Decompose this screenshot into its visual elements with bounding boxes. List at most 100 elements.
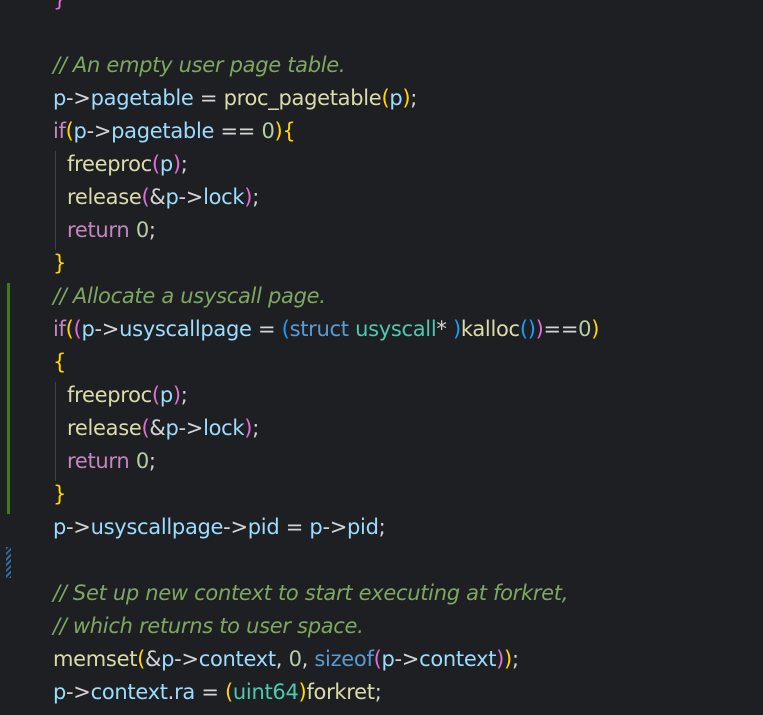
code-line[interactable]: return 0; xyxy=(53,445,156,478)
code-token: 0 xyxy=(261,119,275,143)
code-token: } xyxy=(53,482,67,506)
code-token: // Set up new context to start executing… xyxy=(53,581,569,605)
code-token: ) xyxy=(591,317,600,341)
code-line[interactable]: freeproc(p); xyxy=(53,379,188,412)
code-token: { xyxy=(53,350,67,374)
code-token: if xyxy=(53,119,66,143)
code-token: p xyxy=(161,647,175,671)
code-token: ; xyxy=(180,152,188,176)
code-line[interactable]: return 0; xyxy=(53,214,156,247)
code-token: ) xyxy=(504,647,512,671)
code-editor[interactable]: }// An empty user page table.p->pagetabl… xyxy=(0,0,763,715)
code-line[interactable]: // Allocate a usyscall page. xyxy=(53,280,326,313)
code-token: sizeof xyxy=(314,647,374,671)
code-token: 0 xyxy=(135,449,149,473)
code-token: p xyxy=(73,119,87,143)
code-token: ) xyxy=(172,383,181,407)
gutter-deleted-marker xyxy=(6,547,11,578)
code-token: ; xyxy=(511,647,519,671)
code-token: p xyxy=(159,383,173,407)
code-token: , xyxy=(275,647,289,671)
code-line[interactable]: freeproc(p); xyxy=(53,148,188,181)
code-line[interactable]: } xyxy=(53,0,66,16)
code-token: p xyxy=(381,647,395,671)
code-token: 0 xyxy=(135,218,149,242)
code-token: context xyxy=(198,647,276,671)
code-token: p xyxy=(53,515,67,539)
code-token: proc_pagetable xyxy=(223,86,382,110)
code-line[interactable]: { xyxy=(53,346,66,379)
code-token: ) xyxy=(172,152,181,176)
code-token: = xyxy=(251,317,282,341)
code-token: pid xyxy=(247,515,280,539)
code-token: ; xyxy=(410,86,418,110)
code-line[interactable]: release(&p->lock); xyxy=(53,181,259,214)
code-token: = xyxy=(193,86,224,110)
code-line[interactable]: // Set up new context to start executing… xyxy=(53,577,568,610)
code-token: p xyxy=(389,86,403,110)
code-token: -> xyxy=(66,86,91,110)
code-line[interactable]: } xyxy=(53,478,66,511)
code-token: == xyxy=(214,119,262,143)
code-token: pagetable xyxy=(111,119,215,143)
code-token: = xyxy=(194,680,226,704)
code-token: ) xyxy=(535,317,544,341)
code-token: usyscallpage xyxy=(119,317,252,341)
code-token: if xyxy=(53,317,66,341)
code-token: -> xyxy=(174,647,199,671)
code-line[interactable]: } xyxy=(53,247,66,280)
code-line[interactable]: p->usyscallpage->pid = p->pid; xyxy=(53,511,386,544)
code-line[interactable]: memset(&p->context, 0, sizeof(p->context… xyxy=(53,643,519,676)
code-token: * xyxy=(436,317,453,341)
code-token: pid xyxy=(347,515,379,539)
code-token: ; xyxy=(374,680,382,704)
code-line[interactable]: release(&p->lock); xyxy=(53,412,259,445)
code-token: ) xyxy=(244,185,253,209)
code-token: ; xyxy=(378,515,386,539)
code-token: p xyxy=(165,416,179,440)
code-line[interactable]: if(p->pagetable == 0){ xyxy=(53,115,296,148)
code-token: ; xyxy=(252,416,259,440)
code-token: ) xyxy=(452,317,461,341)
code-token: // which returns to user space. xyxy=(53,614,364,638)
code-token: -> xyxy=(178,416,204,440)
code-token: return xyxy=(67,218,130,242)
code-token: uint64 xyxy=(232,680,299,704)
code-token: release xyxy=(67,416,142,440)
code-token: p xyxy=(159,152,173,176)
code-token: lock xyxy=(203,416,245,440)
code-token: pagetable xyxy=(90,86,194,110)
code-token: ( xyxy=(519,317,528,341)
code-line[interactable]: // which returns to user space. xyxy=(53,610,364,643)
code-token: ( xyxy=(65,119,74,143)
code-token: ) xyxy=(527,317,536,341)
code-token: ; xyxy=(180,383,188,407)
code-token: -> xyxy=(322,515,348,539)
code-line[interactable]: if((p->usyscallpage = (struct usyscall* … xyxy=(53,313,599,346)
code-token: & xyxy=(145,647,162,671)
code-token: ) xyxy=(244,416,253,440)
code-token: context xyxy=(90,680,168,704)
code-token: ( xyxy=(65,317,74,341)
code-token: ( xyxy=(137,647,146,671)
code-line[interactable]: p->pagetable = proc_pagetable(p); xyxy=(53,82,417,115)
code-line[interactable]: p->context.ra = (uint64)forkret; xyxy=(53,676,382,709)
code-token: -> xyxy=(66,680,91,704)
code-token: 0 xyxy=(578,317,592,341)
code-token: -> xyxy=(178,185,204,209)
code-token: freeproc xyxy=(67,383,152,407)
code-token: = xyxy=(279,515,310,539)
code-token: freeproc xyxy=(67,152,152,176)
code-line[interactable]: // An empty user page table. xyxy=(53,49,346,82)
code-token: == xyxy=(543,317,579,341)
gutter-modified-marker xyxy=(7,283,10,514)
code-token: ( xyxy=(225,680,233,704)
code-token: ( xyxy=(151,152,160,176)
code-token: forkret xyxy=(306,680,375,704)
code-token: 0 xyxy=(288,647,302,671)
code-token: } xyxy=(53,0,66,11)
code-token: p xyxy=(309,515,323,539)
code-token: { xyxy=(282,119,296,143)
code-token: ( xyxy=(281,317,290,341)
code-token: kalloc xyxy=(460,317,520,341)
